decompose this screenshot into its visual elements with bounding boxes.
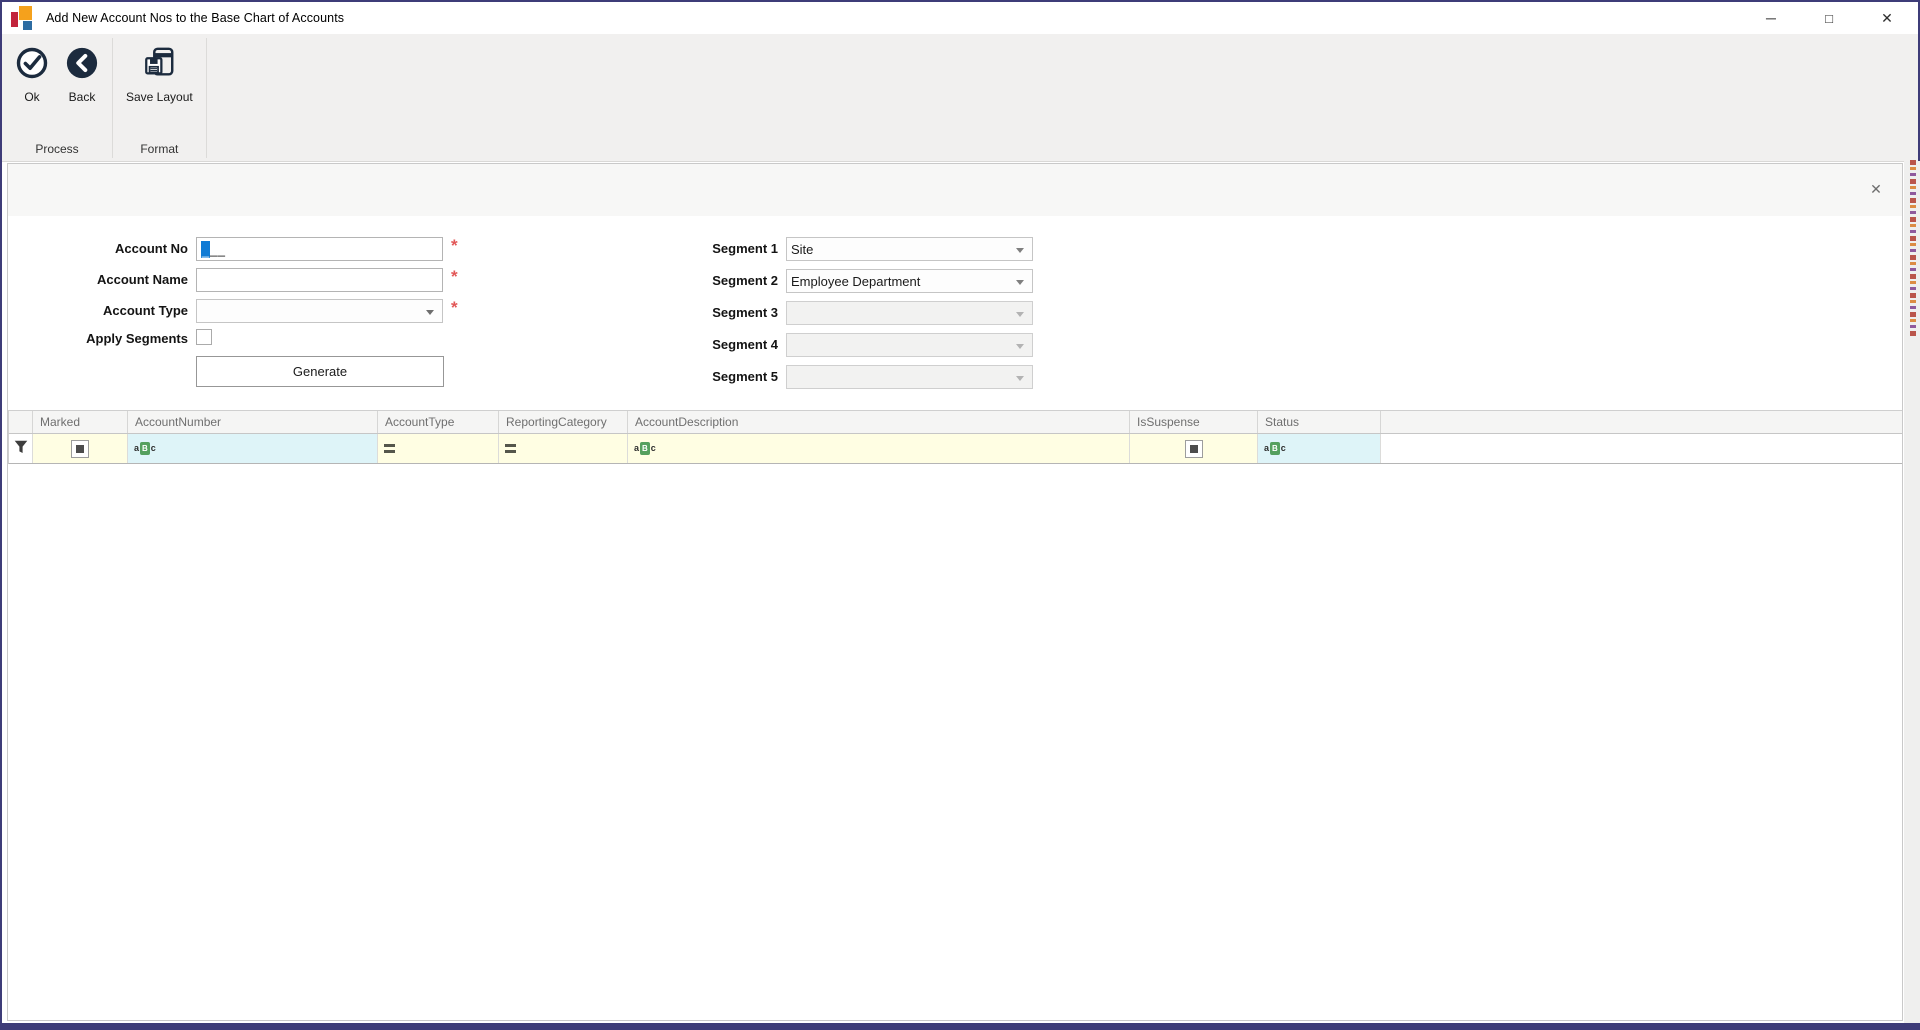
account-name-label: Account Name	[96, 272, 188, 287]
save-layout-button[interactable]: Save Layout	[119, 44, 200, 106]
grid-filter-row: aBc aBc aBc	[8, 434, 1902, 464]
equals-filter-icon	[384, 444, 395, 453]
filter-row-filler	[1381, 434, 1902, 463]
segment-4-combobox[interactable]	[786, 333, 1033, 357]
apply-segments-label: Apply Segments	[86, 331, 188, 346]
panel-header-strip	[8, 164, 1902, 216]
chevron-down-icon	[1016, 376, 1024, 381]
window-bottom-border	[2, 1023, 1918, 1030]
ok-button-label: Ok	[24, 90, 40, 104]
titlebar: Add New Account Nos to the Base Chart of…	[2, 2, 1918, 34]
account-no-label: Account No	[115, 241, 188, 256]
app-logo-icon	[11, 6, 37, 30]
equals-filter-icon	[505, 444, 516, 453]
close-button[interactable]: ✕	[1858, 2, 1916, 34]
account-type-label: Account Type	[103, 303, 188, 318]
ribbon-group-label-process: Process	[35, 142, 79, 156]
filter-cell-accounttype[interactable]	[378, 434, 499, 463]
account-type-combobox[interactable]	[196, 299, 443, 323]
filter-cell-issuspense[interactable]	[1130, 434, 1258, 463]
ribbon-separator	[205, 38, 207, 158]
account-name-input[interactable]	[196, 268, 443, 292]
minimize-button[interactable]: ─	[1742, 2, 1800, 34]
apply-segments-checkbox[interactable]	[196, 329, 212, 345]
column-header-accounttype[interactable]: AccountType	[378, 411, 499, 433]
column-header-accountnumber[interactable]: AccountNumber	[128, 411, 378, 433]
ribbon-group-format: Save Layout Format	[113, 34, 206, 161]
segment-3-combobox[interactable]	[786, 301, 1033, 325]
required-marker: *	[451, 298, 458, 317]
checkbox-filter-icon[interactable]	[71, 439, 89, 458]
abc-filter-icon: aBc	[634, 442, 656, 455]
column-header-issuspense[interactable]: IsSuspense	[1130, 411, 1258, 433]
back-circle-icon	[65, 46, 99, 85]
panel-close-icon[interactable]: ✕	[1865, 178, 1887, 200]
segment-1-label: Segment 1	[712, 241, 778, 256]
segment-2-combobox[interactable]: Employee Department	[786, 269, 1033, 293]
filter-cell-status[interactable]: aBc	[1258, 434, 1381, 463]
window-title: Add New Account Nos to the Base Chart of…	[46, 11, 345, 25]
filter-funnel-icon	[14, 440, 28, 457]
ok-check-circle-icon	[15, 46, 49, 85]
ribbon-group-process: Ok Back Process	[2, 34, 112, 161]
filter-cell-accountdescription[interactable]: aBc	[628, 434, 1130, 463]
column-header-reportingcategory[interactable]: ReportingCategory	[499, 411, 628, 433]
segment-1-value: Site	[791, 241, 814, 257]
segment-5-combobox[interactable]	[786, 365, 1033, 389]
text-selection-caret: _	[201, 240, 210, 258]
ribbon-group-label-format: Format	[140, 142, 179, 156]
maximize-button[interactable]: □	[1800, 2, 1858, 34]
filter-cell-reportingcategory[interactable]	[499, 434, 628, 463]
chevron-down-icon	[1016, 312, 1024, 317]
segment-2-value: Employee Department	[791, 273, 921, 289]
chevron-down-icon	[1016, 248, 1024, 253]
window-controls: ─ □ ✕	[1742, 2, 1916, 34]
grid-header-indicator	[9, 411, 33, 433]
filter-row-indicator	[9, 434, 33, 463]
segment-4-label: Segment 4	[712, 337, 778, 352]
ok-button[interactable]: Ok	[8, 44, 56, 106]
filter-cell-accountnumber[interactable]: aBc	[128, 434, 378, 463]
segment-1-combobox[interactable]: Site	[786, 237, 1033, 261]
chevron-down-icon	[1016, 280, 1024, 285]
chevron-down-icon	[1016, 344, 1024, 349]
ribbon-toolbar: Ok Back Process Save Layout Format	[2, 34, 1918, 162]
required-marker: *	[451, 236, 458, 255]
column-header-marked[interactable]: Marked	[33, 411, 128, 433]
column-header-accountdescription[interactable]: AccountDescription	[628, 411, 1130, 433]
save-floppy-icon	[142, 46, 176, 85]
chevron-down-icon	[426, 310, 434, 315]
column-header-status[interactable]: Status	[1258, 411, 1381, 433]
edge-artifact	[1910, 160, 1916, 338]
save-layout-button-label: Save Layout	[126, 90, 193, 104]
generate-button[interactable]: Generate	[196, 356, 444, 387]
abc-filter-icon: aBc	[1264, 442, 1286, 455]
abc-filter-icon: aBc	[134, 442, 156, 455]
accounts-grid: Marked AccountNumber AccountType Reporti…	[8, 410, 1902, 464]
required-marker: *	[451, 267, 458, 286]
filter-cell-marked[interactable]	[33, 434, 128, 463]
segment-3-label: Segment 3	[712, 305, 778, 320]
back-button-label: Back	[68, 90, 96, 104]
segment-2-label: Segment 2	[712, 273, 778, 288]
grid-header-row: Marked AccountNumber AccountType Reporti…	[8, 410, 1902, 434]
app-window: Add New Account Nos to the Base Chart of…	[0, 0, 1920, 1030]
account-no-input[interactable]: _ __	[196, 237, 443, 261]
account-no-mask: __	[210, 241, 226, 257]
checkbox-filter-icon[interactable]	[1184, 439, 1203, 458]
grid-header-filler	[1381, 411, 1902, 433]
segment-5-label: Segment 5	[712, 369, 778, 384]
back-button[interactable]: Back	[58, 44, 106, 106]
